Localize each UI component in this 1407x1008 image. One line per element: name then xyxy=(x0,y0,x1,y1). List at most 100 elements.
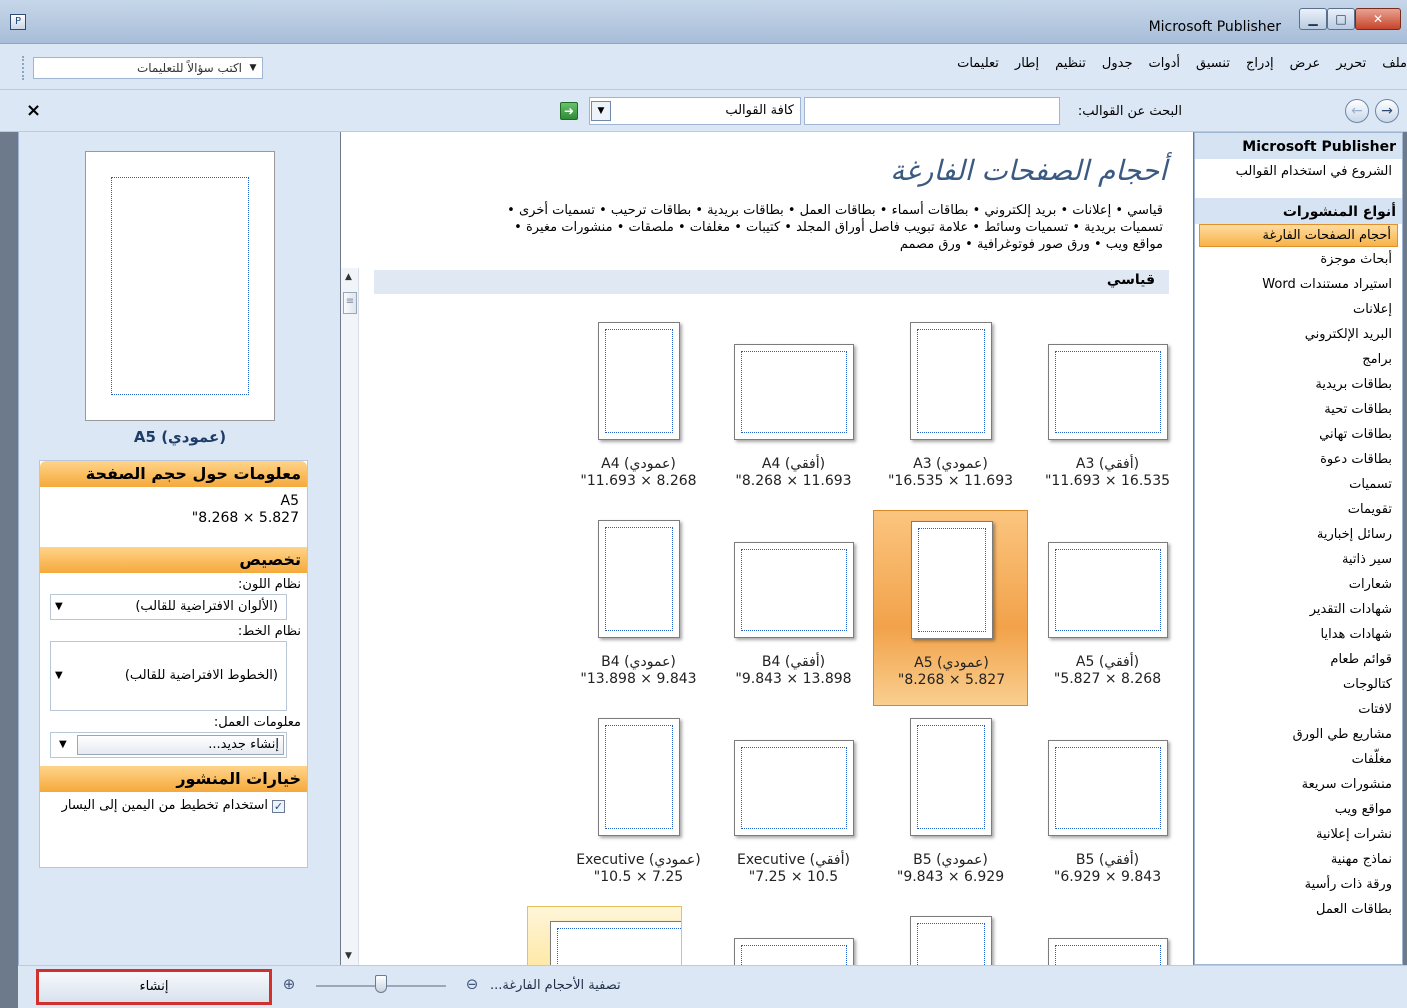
publication-type-item[interactable]: مغلّفات xyxy=(1195,747,1402,772)
template-thumbnail xyxy=(1047,344,1168,440)
publication-type-item[interactable]: ورقة ذات رأسية xyxy=(1195,872,1402,897)
template-name: A3 (أفقي) xyxy=(1075,456,1140,472)
publication-type-item[interactable]: البريد الإلكتروني xyxy=(1195,322,1402,347)
menu-format[interactable]: تنسيق xyxy=(1196,56,1230,71)
zoom-in-icon[interactable]: ⊕ xyxy=(280,976,298,994)
zoom-slider-thumb[interactable] xyxy=(375,975,387,993)
zoom-slider[interactable] xyxy=(316,975,446,993)
publication-type-item[interactable]: شعارات xyxy=(1195,572,1402,597)
template-tile[interactable]: B5 (أفقي) "6.929 × 9.843 xyxy=(1030,708,1185,904)
publication-type-item[interactable]: رسائل إخبارية xyxy=(1195,522,1402,547)
template-tile[interactable] xyxy=(1030,906,1185,966)
publication-types-list: أحجام الصفحات الفارغة أبحاث موجزة استيراد … xyxy=(1195,224,1402,922)
template-tile[interactable]: A3 (عمودي) "16.535 × 11.693 xyxy=(873,312,1028,508)
chevron-down-icon[interactable]: ▼ xyxy=(55,595,63,619)
toolbar-grip[interactable] xyxy=(22,56,26,80)
minimize-button[interactable]: ▁ xyxy=(1299,8,1327,30)
close-window-button[interactable]: ✕ xyxy=(1355,8,1401,30)
chevron-down-icon[interactable]: ▼ xyxy=(55,642,63,710)
publication-type-item[interactable]: كتالوجات xyxy=(1195,672,1402,697)
create-button[interactable]: إنشاء xyxy=(36,969,272,1005)
page-size-name: A5 xyxy=(280,493,299,509)
maximize-button[interactable]: □ xyxy=(1327,8,1355,30)
template-search-input[interactable] xyxy=(804,97,1060,125)
template-tile[interactable] xyxy=(527,906,682,966)
template-search-label: البحث عن القوالب: xyxy=(1077,104,1182,119)
page-margin-guide xyxy=(557,928,681,965)
help-question-input[interactable]: اكتب سؤالاً للتعليمات ▼ xyxy=(33,57,263,79)
close-pane-icon[interactable]: × xyxy=(26,100,41,121)
publication-type-item[interactable]: إعلانات xyxy=(1195,297,1402,322)
color-scheme-select[interactable]: (الألوان الافتراضية للقالب) ▼ xyxy=(50,594,287,620)
publication-type-item[interactable]: برامج xyxy=(1195,347,1402,372)
publication-type-item[interactable]: لافتات xyxy=(1195,697,1402,722)
menu-table[interactable]: جدول xyxy=(1102,56,1133,71)
chevron-down-icon[interactable]: ▼ xyxy=(246,60,260,76)
chevron-down-icon[interactable]: ▼ xyxy=(59,733,67,757)
publication-type-item[interactable]: قوائم طعام xyxy=(1195,647,1402,672)
menu-frame[interactable]: إطار xyxy=(1015,56,1039,71)
forward-arrow-icon[interactable]: → xyxy=(1375,99,1399,123)
publication-type-item[interactable]: بطاقات بريدية xyxy=(1195,372,1402,397)
menu-edit[interactable]: تحرير xyxy=(1336,56,1366,71)
menu-help[interactable]: تعليمات xyxy=(957,56,999,71)
rtl-layout-option[interactable]: ✓ استخدام تخطيط من اليمين إلى اليسار xyxy=(40,792,307,814)
template-tile[interactable]: A4 (عمودي) "11.693 × 8.268 xyxy=(561,312,716,508)
publication-type-item[interactable]: مواقع ويب xyxy=(1195,797,1402,822)
publication-type-item[interactable]: نشرات إعلانية xyxy=(1195,822,1402,847)
publication-type-item[interactable]: شهادات التقدير xyxy=(1195,597,1402,622)
template-tile[interactable]: B4 (عمودي) "13.898 × 9.843 xyxy=(561,510,716,706)
template-tile[interactable]: A4 (أفقي) "8.268 × 11.693 xyxy=(716,312,871,508)
menu-arrange[interactable]: تنظيم xyxy=(1055,56,1086,71)
publication-type-item[interactable]: بطاقات دعوة xyxy=(1195,447,1402,472)
menu-insert[interactable]: إدراج xyxy=(1246,56,1274,71)
template-thumbnail xyxy=(1047,740,1168,836)
page-margin-guide xyxy=(916,329,985,433)
publication-type-item[interactable]: أبحاث موجزة xyxy=(1195,247,1402,272)
template-thumbnail xyxy=(597,520,680,638)
template-thumbnail xyxy=(1047,542,1168,638)
menu-view[interactable]: عرض xyxy=(1290,56,1321,71)
go-arrow-icon[interactable]: ➜ xyxy=(560,102,578,120)
publication-type-item[interactable]: بطاقات العمل xyxy=(1195,897,1402,922)
template-grid: A3 (أفقي) "11.693 × 16.535 A3 (عمودي) "16.5… xyxy=(341,132,1193,966)
back-arrow-icon[interactable]: ← xyxy=(1345,99,1369,123)
publication-type-item[interactable]: شهادات هدايا xyxy=(1195,622,1402,647)
getting-started-link[interactable]: الشروع في استخدام القوالب xyxy=(1195,159,1402,184)
template-tile[interactable] xyxy=(716,906,871,966)
zoom-out-icon[interactable]: ⊖ xyxy=(463,976,481,994)
template-name: Executive (أفقي) xyxy=(737,852,850,868)
rtl-layout-checkbox[interactable]: ✓ xyxy=(272,800,285,813)
page-margin-guide xyxy=(604,329,673,433)
publication-type-item[interactable]: أحجام الصفحات الفارغة xyxy=(1199,224,1398,247)
template-tile[interactable]: A3 (أفقي) "11.693 × 16.535 xyxy=(1030,312,1185,508)
category-select[interactable]: كافة القوالب ▼ xyxy=(589,97,801,125)
publication-type-item[interactable]: تسميات xyxy=(1195,472,1402,497)
template-tile[interactable]: A5 (أفقي) "5.827 × 8.268 xyxy=(1030,510,1185,706)
publication-type-item[interactable]: سير ذاتية xyxy=(1195,547,1402,572)
publication-type-item[interactable]: منشورات سريعة xyxy=(1195,772,1402,797)
page-margin-guide xyxy=(1054,747,1161,829)
publication-type-item[interactable]: بطاقات تحية xyxy=(1195,397,1402,422)
template-tile[interactable] xyxy=(873,906,1028,966)
template-tile[interactable]: Executive (عمودي) "10.5 × 7.25 xyxy=(561,708,716,904)
menu-file[interactable]: ملف xyxy=(1382,56,1407,71)
template-tile[interactable]: Executive (أفقي) "7.25 × 10.5 xyxy=(716,708,871,904)
business-info-select[interactable]: إنشاء جديد... ▼ xyxy=(50,732,287,758)
template-name: A3 (عمودي) xyxy=(913,456,988,472)
template-name: B5 (عمودي) xyxy=(913,852,988,868)
template-tile[interactable]: B5 (عمودي) "9.843 × 6.929 xyxy=(873,708,1028,904)
publication-type-item[interactable]: تقويمات xyxy=(1195,497,1402,522)
chevron-down-icon[interactable]: ▼ xyxy=(591,101,611,121)
font-scheme-select[interactable]: (الخطوط الافتراضية للقالب) ▼ xyxy=(50,641,287,711)
publication-type-item[interactable]: استيراد مستندات Word xyxy=(1195,272,1402,297)
publication-type-item[interactable]: نماذج مهنية xyxy=(1195,847,1402,872)
filter-blank-sizes-link[interactable]: تصفية الأحجام الفارغة... xyxy=(490,978,621,993)
menu-tools[interactable]: أدوات xyxy=(1149,56,1181,71)
template-tile[interactable]: B4 (أفقي) "9.843 × 13.898 xyxy=(716,510,871,706)
publication-type-item[interactable]: مشاريع طي الورق xyxy=(1195,722,1402,747)
publication-type-item[interactable]: بطاقات تهاني xyxy=(1195,422,1402,447)
template-tile[interactable]: A5 (عمودي) "8.268 × 5.827 xyxy=(873,510,1028,706)
page-size-info-header: معلومات حول حجم الصفحة xyxy=(40,461,307,487)
publisher-app-icon[interactable]: P xyxy=(10,14,26,30)
